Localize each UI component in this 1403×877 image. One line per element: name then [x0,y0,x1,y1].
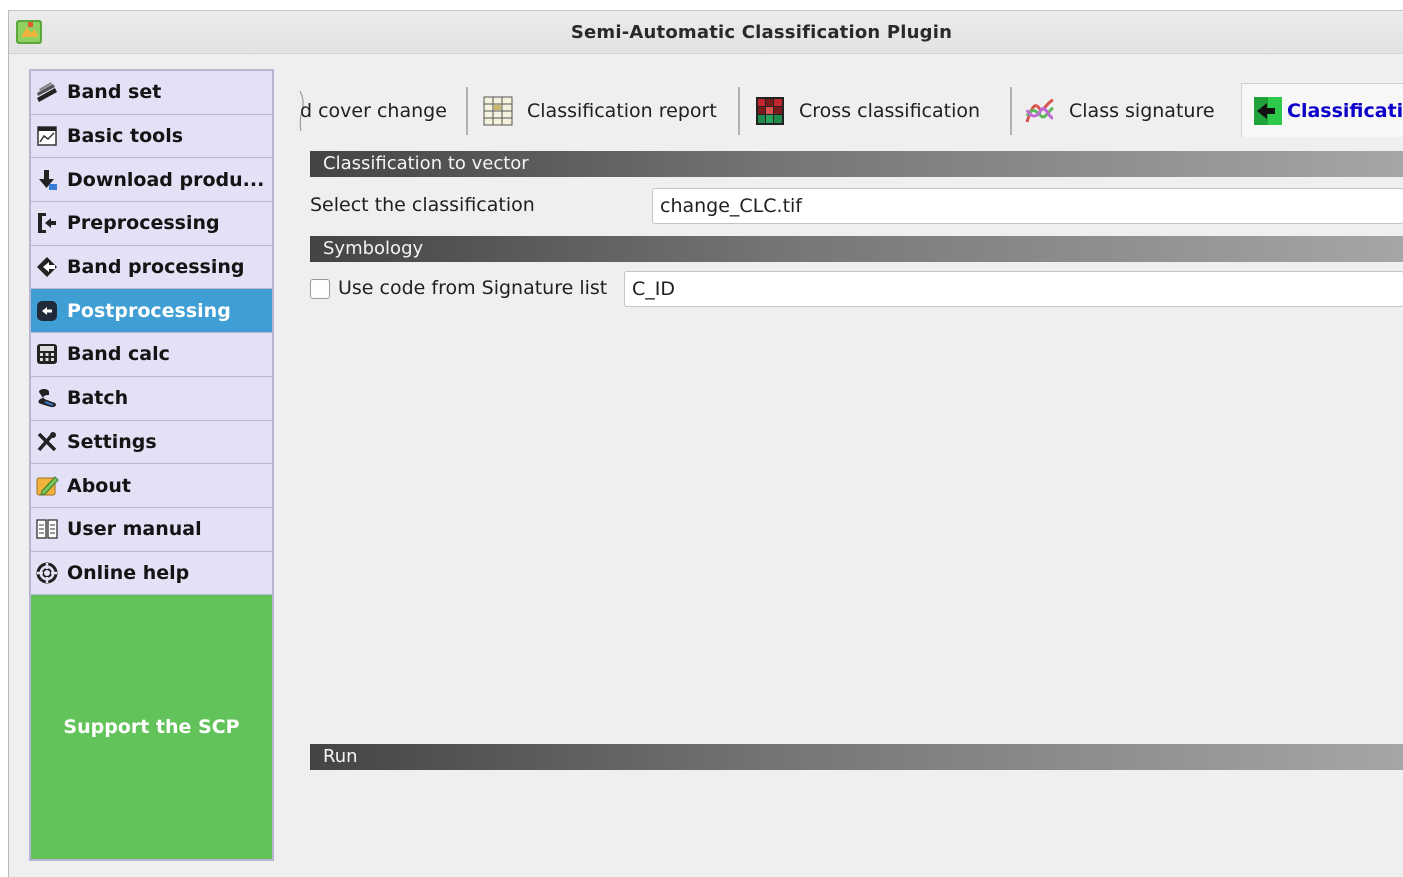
sidebar-item-label: Batch [67,387,129,410]
sidebar-item-user-manual[interactable]: User manual [31,508,272,552]
calculator-icon [37,344,57,365]
band-set-icon [37,82,57,103]
sidebar-item-label: Download produ... [67,168,265,191]
support-scp-button[interactable]: Support the SCP [31,595,272,859]
tab-land-cover-change[interactable]: d cover change [300,87,464,135]
classification-select-value: change_CLC.tif [660,195,802,217]
sidebar: Band set Basic tools Download produ... P… [29,69,274,861]
sidebar-item-label: Postprocessing [67,299,231,322]
use-code-label: Use code from Signature list [338,277,608,299]
sidebar-item-label: Online help [67,561,190,584]
sidebar-item-label: Basic tools [67,125,184,148]
sidebar-item-preprocessing[interactable]: Preprocessing [31,202,272,246]
tab-classification-to-vector[interactable]: Classificatio [1241,83,1403,137]
tab-label: Classificatio [1287,99,1403,122]
class-signature-icon [1025,98,1054,123]
band-processing-icon [37,257,57,278]
batch-icon [38,389,56,408]
basic-tools-icon [37,126,57,146]
classification-to-vector-icon [1254,96,1282,125]
select-classification-label: Select the classification [310,194,535,216]
download-icon [39,169,57,190]
use-code-checkbox[interactable] [310,279,330,299]
sidebar-item-band-set[interactable]: Band set [31,71,272,115]
postprocessing-icon [37,300,57,321]
preprocessing-icon [38,213,56,234]
tab-label: Classification report [527,100,717,122]
sidebar-item-label: Settings [67,430,157,453]
sidebar-item-about[interactable]: About [31,464,272,508]
sidebar-item-batch[interactable]: Batch [31,377,272,421]
signature-code-value: C_ID [632,278,676,300]
sidebar-item-label: User manual [67,518,202,541]
sidebar-item-label: Band set [67,81,162,104]
tab-cross-classification[interactable]: Cross classification [755,87,1007,135]
sidebar-item-band-processing[interactable]: Band processing [31,246,272,290]
tab-separator [466,87,468,135]
sidebar-item-basic-tools[interactable]: Basic tools [31,115,272,159]
user-manual-icon [36,519,58,539]
tool-tabs: d cover change Classification report Cro… [299,83,1403,137]
title-bar: Semi-Automatic Classification Plugin [9,11,1403,54]
settings-icon [37,431,57,452]
signature-code-select[interactable]: C_ID [624,271,1403,307]
tab-label: Class signature [1069,100,1215,122]
sidebar-item-postprocessing[interactable]: Postprocessing [31,289,272,334]
sidebar-item-label: About [67,474,131,497]
section-header-symbology: Symbology [310,236,1403,262]
sidebar-item-online-help[interactable]: Online help [31,552,272,596]
sidebar-item-settings[interactable]: Settings [31,421,272,465]
sidebar-item-label: Preprocessing [67,212,220,235]
tab-separator [1010,87,1012,135]
sidebar-item-label: Band processing [67,256,245,279]
section-header-classification-to-vector: Classification to vector [310,151,1403,177]
section-header-run: Run [310,744,1403,770]
online-help-icon [36,562,58,584]
classification-report-icon [483,96,513,126]
classification-select[interactable]: change_CLC.tif [652,188,1403,224]
sidebar-item-label: Band calc [67,343,170,366]
sidebar-item-band-calc[interactable]: Band calc [31,333,272,377]
sidebar-item-download-products[interactable]: Download produ... [31,158,272,203]
cross-classification-icon [756,97,784,125]
tab-classification-report[interactable]: Classification report [483,87,737,135]
about-icon [36,475,59,496]
plugin-window: Semi-Automatic Classification Plugin Ban… [8,10,1403,877]
tab-label: d cover change [300,100,447,122]
tab-class-signature[interactable]: Class signature [1025,87,1237,135]
window-title: Semi-Automatic Classification Plugin [570,22,953,43]
tab-label: Cross classification [799,100,981,122]
tab-separator [738,87,740,135]
